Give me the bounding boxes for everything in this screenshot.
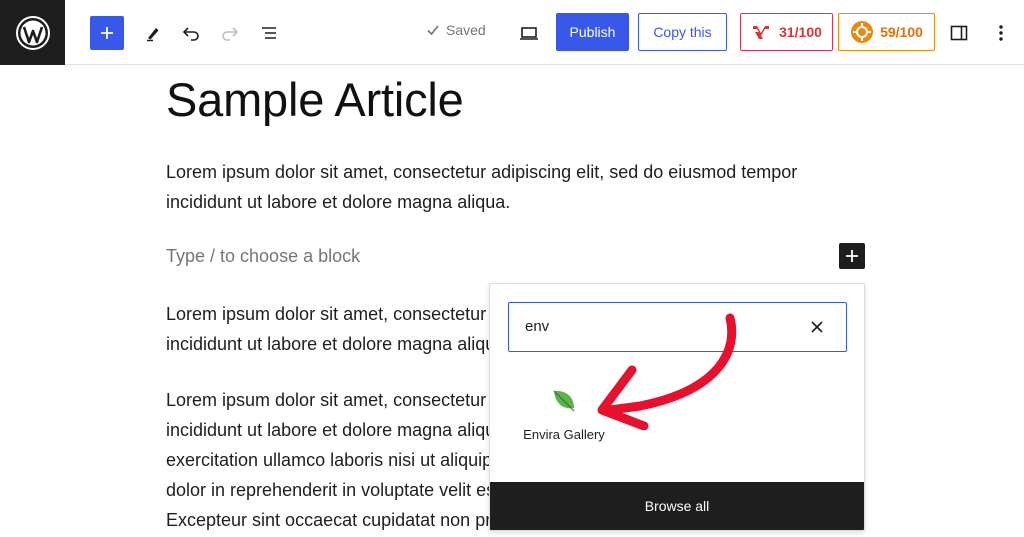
seo-score-button[interactable]: 31/100 [740,13,833,51]
check-icon [427,25,439,36]
leaf-icon [553,390,575,412]
undo-icon [182,26,199,41]
seo-score-value: 31/100 [779,24,822,40]
desktop-preview-icon [520,26,538,40]
redo-icon [222,26,239,41]
publish-button[interactable]: Publish [556,13,629,51]
clear-search-button[interactable] [806,316,828,338]
browse-all-button[interactable]: Browse all [490,482,864,530]
undo-button[interactable] [176,16,206,49]
seo-plugin-icon [753,26,770,39]
readability-score-value: 59/100 [880,24,923,40]
post-title[interactable]: Sample Article [166,72,464,127]
block-inserter-toggle-button[interactable] [90,16,124,50]
redo-button[interactable] [215,16,245,49]
more-options-button[interactable] [986,16,1016,49]
vertical-ellipsis-icon [999,24,1003,41]
add-block-button[interactable] [839,243,865,269]
wordpress-icon [15,15,50,50]
empty-block-placeholder[interactable]: Type / to choose a block [166,246,360,267]
preview-button[interactable] [514,16,544,49]
pencil-icon [147,27,159,41]
copy-this-button[interactable]: Copy this [638,13,727,51]
annotation-arrow-icon [597,313,737,430]
editor-top-toolbar: Saved Publish Copy this 31/100 59/100 [0,0,1024,65]
list-view-icon [262,26,276,39]
saved-label: Saved [446,22,486,38]
close-icon [811,321,823,333]
tools-button[interactable] [138,16,168,49]
search-input-value: env [525,318,550,335]
settings-sidebar-button[interactable] [944,16,974,49]
plus-icon [846,250,858,262]
plus-icon [101,27,113,39]
wordpress-logo-button[interactable] [0,0,65,65]
saved-status: Saved [426,22,486,38]
paragraph-block[interactable]: Lorem ipsum dolor sit amet, consectetur … [166,157,846,217]
document-overview-button[interactable] [254,16,284,49]
readability-badge-icon [851,21,874,43]
readability-score-button[interactable]: 59/100 [838,13,935,51]
sidebar-icon [950,25,968,40]
